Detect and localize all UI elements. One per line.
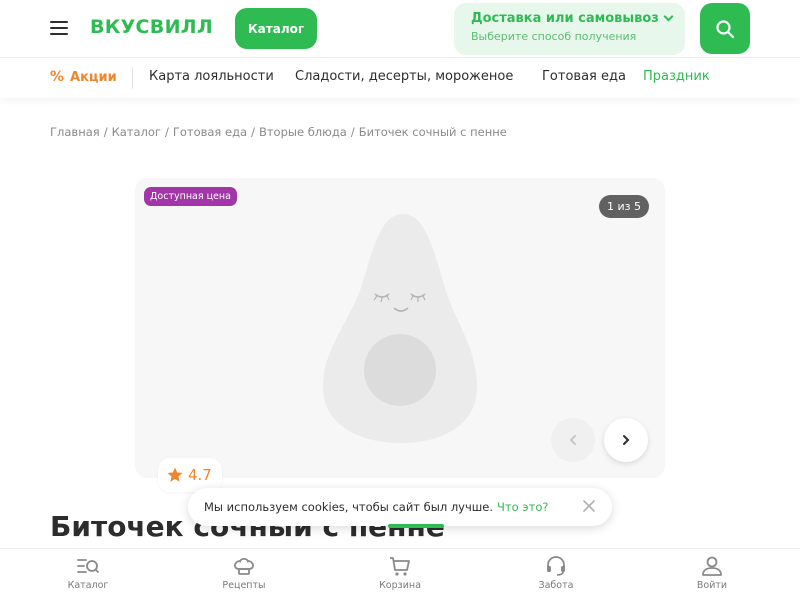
- chef-hat-icon: [234, 557, 254, 575]
- nav-item-ready-food[interactable]: Готовая еда: [542, 69, 626, 84]
- breadcrumb: Главная / Каталог / Готовая еда / Вторые блюда…: [50, 125, 507, 139]
- nav-promo-label: Акции: [70, 69, 117, 85]
- bottom-nav-recipes[interactable]: Рецепты: [204, 555, 284, 591]
- nav-divider: [132, 67, 133, 89]
- menu-icon[interactable]: [50, 21, 68, 35]
- search-button[interactable]: [700, 3, 750, 54]
- cookie-banner: Мы используем cookies, чтобы сайт был лу…: [188, 488, 612, 528]
- breadcrumb-catalog[interactable]: Каталог: [112, 125, 161, 139]
- nav-item-holiday[interactable]: Праздник: [643, 69, 710, 84]
- breadcrumb-ready-food[interactable]: Готовая еда: [173, 125, 247, 139]
- image-counter: 1 из 5: [599, 195, 649, 218]
- bottom-nav-login[interactable]: Войти: [672, 555, 752, 591]
- bottom-nav-cart[interactable]: Корзина: [360, 555, 440, 591]
- headset-icon: [547, 556, 565, 576]
- category-nav: % Акции Карта лояльности Сладости, десер…: [0, 58, 800, 98]
- cookie-more-link[interactable]: Что это?: [497, 500, 548, 514]
- gallery-next-button[interactable]: [604, 418, 648, 462]
- percent-icon: %: [50, 69, 65, 85]
- delivery-title: Доставка или самовывоз: [471, 11, 659, 26]
- breadcrumb-main-dishes[interactable]: Вторые блюда: [259, 125, 347, 139]
- breadcrumb-home[interactable]: Главная: [50, 125, 100, 139]
- catalog-icon: [77, 559, 99, 573]
- chevron-left-icon: [569, 435, 576, 445]
- bottom-nav-cart-label: Корзина: [379, 580, 421, 591]
- bottom-nav-recipes-label: Рецепты: [222, 580, 266, 591]
- rating-badge[interactable]: 4.7: [158, 458, 222, 492]
- search-icon: [716, 19, 735, 38]
- delivery-subtitle: Выберите способ получения: [471, 30, 637, 43]
- bottom-nav: Каталог Рецепты Корзина Забота Войти: [0, 548, 800, 600]
- delivery-title-row: Доставка или самовывоз: [471, 11, 685, 26]
- product-gallery[interactable]: Доступная цена 1 из 5: [135, 178, 665, 478]
- close-icon[interactable]: [582, 499, 596, 513]
- rating-value: 4.7: [188, 466, 212, 484]
- logo[interactable]: ВКУСВИЛЛ: [90, 16, 213, 38]
- bottom-nav-care[interactable]: Забота: [516, 555, 596, 591]
- site-header: ВКУСВИЛЛ Каталог Доставка или самовывоз …: [0, 0, 800, 58]
- bottom-nav-login-label: Войти: [696, 580, 728, 591]
- nav-item-loyalty[interactable]: Карта лояльности: [149, 69, 274, 84]
- cookie-progress: [388, 524, 444, 528]
- gallery-prev-button[interactable]: [551, 418, 595, 462]
- bottom-nav-catalog[interactable]: Каталог: [48, 555, 128, 591]
- nav-promo[interactable]: % Акции: [50, 69, 117, 85]
- star-icon: [167, 467, 183, 482]
- nav-item-sweets[interactable]: Сладости, десерты, мороженое: [295, 69, 513, 84]
- chevron-down-icon: [663, 11, 674, 22]
- price-badge: Доступная цена: [144, 187, 237, 206]
- bottom-nav-catalog-label: Каталог: [67, 580, 109, 591]
- cookie-text: Мы используем cookies, чтобы сайт был лу…: [204, 500, 494, 514]
- bottom-nav-care-label: Забота: [538, 580, 574, 591]
- delivery-selector[interactable]: Доставка или самовывоз Выберите способ п…: [454, 3, 685, 55]
- chevron-right-icon: [623, 435, 630, 445]
- cart-icon: [390, 557, 410, 576]
- breadcrumb-current: Биточек сочный с пенне: [358, 125, 507, 139]
- catalog-button[interactable]: Каталог: [235, 8, 317, 49]
- user-icon: [702, 556, 722, 576]
- avocado-placeholder: [323, 214, 477, 443]
